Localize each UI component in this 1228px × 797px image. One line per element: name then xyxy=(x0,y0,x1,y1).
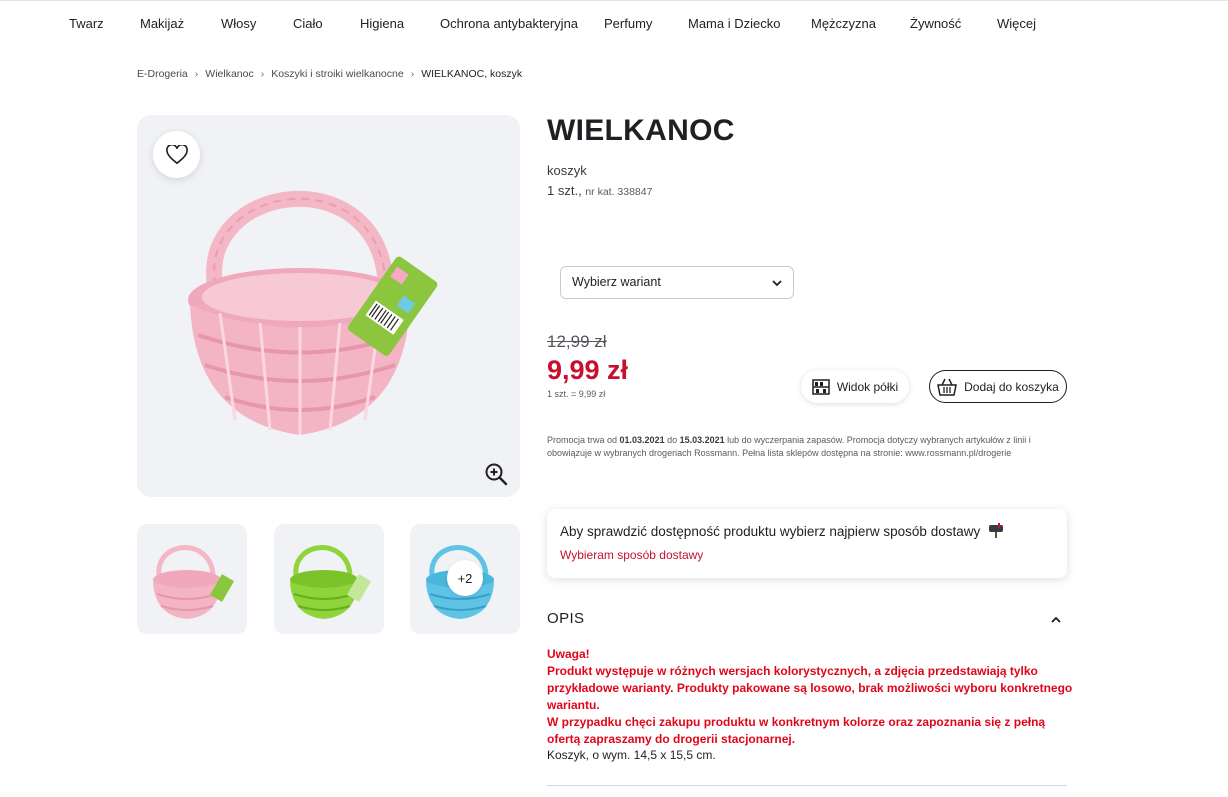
nav-item-higiena[interactable]: Higiena xyxy=(360,16,404,31)
product-subtitle: koszyk xyxy=(547,163,587,178)
breadcrumb: E-Drogeria › Wielkanoc › Koszyki i stroiki w… xyxy=(137,68,522,80)
nav-item-zywnosc[interactable]: Żywność xyxy=(910,16,961,31)
mailbox-icon xyxy=(988,523,1003,538)
nav-item-twarz[interactable]: Twarz xyxy=(69,16,104,31)
delivery-question-text: Aby sprawdzić dostępność produktu wybier… xyxy=(560,524,981,539)
variant-select-label: Wybierz wariant xyxy=(572,275,661,289)
shelf-view-button[interactable]: Widok półki xyxy=(801,370,909,403)
old-price: 12,99 zł xyxy=(547,332,607,351)
heart-icon xyxy=(165,144,188,164)
promo-date-to: 15.03.2021 xyxy=(679,435,725,445)
product-quantity: 1 szt., xyxy=(547,183,582,198)
warning-line: W przypadku chęci zakupu produktu w konk… xyxy=(547,715,1046,746)
more-images-badge[interactable]: +2 xyxy=(447,560,483,596)
nav-item-mezczyzna[interactable]: Mężczyzna xyxy=(811,16,876,31)
shelf-view-label: Widok półki xyxy=(836,379,899,394)
basket-image xyxy=(188,190,438,435)
catalog-number: nr kat. 338847 xyxy=(585,186,653,198)
nav-item-makijaz[interactable]: Makijaż xyxy=(140,16,184,31)
nav-item-mama-i-dziecko[interactable]: Mama i Dziecko xyxy=(688,16,780,31)
thumbnail-blue[interactable]: +2 xyxy=(410,524,520,634)
nav-item-wiecej[interactable]: Więcej xyxy=(997,16,1036,31)
nav-item-perfumy[interactable]: Perfumy xyxy=(604,16,652,31)
product-size-note: Koszyk, o wym. 14,5 x 15,5 cm. xyxy=(547,748,716,762)
thumbnail-pink[interactable] xyxy=(137,524,247,634)
zoom-in-icon[interactable] xyxy=(484,462,508,486)
chevron-up-icon[interactable] xyxy=(1048,612,1064,628)
unit-price: 1 szt. = 9,99 zł xyxy=(547,389,606,399)
description-heading: OPIS xyxy=(547,610,585,627)
shelf-icon xyxy=(812,378,830,395)
basket-icon xyxy=(937,378,958,396)
delivery-question: Aby sprawdzić dostępność produktu wybier… xyxy=(560,522,1004,539)
add-to-cart-label: Dodaj do koszyka xyxy=(964,379,1059,394)
thumbnail-green[interactable] xyxy=(274,524,384,634)
choose-delivery-link[interactable]: Wybieram sposób dostawy xyxy=(560,548,703,562)
product-quantity-line: 1 szt., nr kat. 338847 xyxy=(547,183,652,198)
current-price: 9,99 zł xyxy=(547,355,629,385)
add-to-cart-button[interactable]: Dodaj do koszyka xyxy=(929,370,1067,403)
promo-text-1: Promocja trwa od xyxy=(547,435,620,445)
breadcrumb-link-koszyki[interactable]: Koszyki i stroiki wielkanocne xyxy=(271,68,403,80)
description-warning: Uwaga! Produkt występuje w różnych wersj… xyxy=(547,646,1077,748)
chevron-right-icon: › xyxy=(410,68,415,80)
variant-select[interactable]: Wybierz wariant xyxy=(560,266,794,299)
nav-item-wlosy[interactable]: Włosy xyxy=(221,16,256,31)
nav-item-cialo[interactable]: Ciało xyxy=(293,16,323,31)
breadcrumb-link-e-drogeria[interactable]: E-Drogeria xyxy=(137,68,188,80)
product-title: WIELKANOC xyxy=(547,114,735,147)
breadcrumb-current: WIELKANOC, koszyk xyxy=(421,68,523,80)
favorite-button[interactable] xyxy=(153,131,200,178)
category-nav: Twarz Makijaż Włosy Ciało Higiena Ochron… xyxy=(0,0,1228,50)
green-basket-icon xyxy=(290,545,372,619)
chevron-right-icon: › xyxy=(260,68,265,80)
promo-date-from: 01.03.2021 xyxy=(619,435,665,445)
warning-line: Uwaga! xyxy=(547,647,590,661)
promo-text-2: do xyxy=(664,435,680,445)
warning-line: Produkt występuje w różnych wersjach kol… xyxy=(547,664,1073,712)
pink-basket-icon xyxy=(153,545,235,619)
breadcrumb-link-wielkanoc[interactable]: Wielkanoc xyxy=(205,68,253,80)
nav-item-ochrona[interactable]: Ochrona antybakteryjna xyxy=(440,16,578,31)
divider xyxy=(547,785,1067,786)
delivery-availability-card: Aby sprawdzić dostępność produktu wybier… xyxy=(547,509,1067,578)
promo-note: Promocja trwa od 01.03.2021 do 15.03.202… xyxy=(547,434,1062,460)
chevron-down-icon xyxy=(772,280,782,287)
chevron-right-icon: › xyxy=(194,68,199,80)
